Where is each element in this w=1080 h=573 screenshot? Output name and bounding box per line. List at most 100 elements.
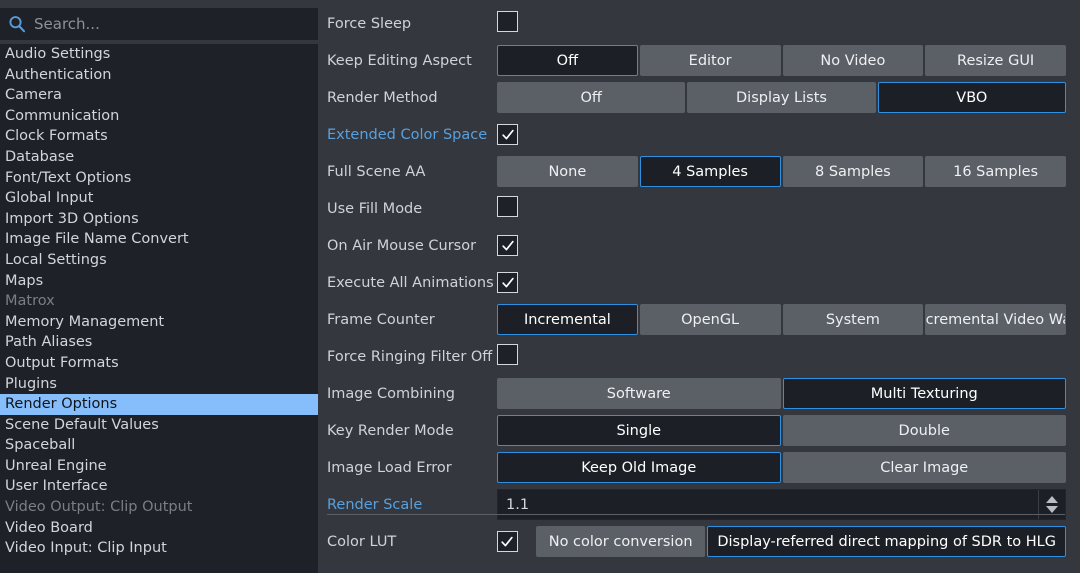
- settings-category-list[interactable]: Audio SettingsAuthenticationCameraCommun…: [0, 44, 318, 573]
- option-display-referred-direct-mapping-of-sdr-to-hlg[interactable]: Display-referred direct mapping of SDR t…: [707, 526, 1066, 557]
- setting-row-use-fill-mode: Use Fill Mode: [318, 190, 1068, 227]
- setting-control-force-sleep: [497, 11, 1067, 36]
- option-resize-gui[interactable]: Resize GUI: [925, 45, 1066, 76]
- sidebar-item-audio-settings[interactable]: Audio Settings: [0, 44, 318, 65]
- search-input[interactable]: [34, 9, 318, 39]
- sidebar-item-video-board[interactable]: Video Board: [0, 518, 318, 539]
- chevron-up-icon[interactable]: [1046, 496, 1058, 503]
- setting-row-force-ringing-filter-off: Force Ringing Filter Off: [318, 338, 1068, 375]
- setting-control-keep-editing-aspect: Off EditorNo VideoResize GUI: [497, 45, 1067, 76]
- sidebar: Audio SettingsAuthenticationCameraCommun…: [0, 0, 318, 573]
- sidebar-item-import-3d-options[interactable]: Import 3D Options: [0, 209, 318, 230]
- setting-row-frame-counter: Frame Counter Incremental OpenGL SystemIncr…: [318, 301, 1068, 338]
- checkbox-execute-all-animations[interactable]: [497, 272, 518, 293]
- sidebar-item-authentication[interactable]: Authentication: [0, 65, 318, 86]
- option-label: Incremental: [524, 312, 611, 328]
- search-bar[interactable]: [0, 8, 318, 40]
- sidebar-item-label: Font/Text Options: [5, 170, 131, 186]
- chevron-down-icon[interactable]: [1046, 506, 1058, 513]
- sidebar-item-memory-management[interactable]: Memory Management: [0, 312, 318, 333]
- checkbox-force-ringing-filter-off[interactable]: [497, 344, 518, 365]
- sidebar-item-spaceball[interactable]: Spaceball: [0, 435, 318, 456]
- option-label: Double: [899, 423, 950, 439]
- sidebar-item-plugins[interactable]: Plugins: [0, 374, 318, 395]
- sidebar-item-font-text-options[interactable]: Font/Text Options: [0, 168, 318, 189]
- sidebar-item-video-output-clip-output[interactable]: Video Output: Clip Output: [0, 497, 318, 518]
- setting-row-image-combining: Image CombiningSoftwareMulti Texturing: [318, 375, 1068, 412]
- search-icon: [0, 8, 34, 40]
- option-double[interactable]: Double: [783, 415, 1067, 446]
- option-single[interactable]: Single: [497, 415, 781, 446]
- option-incremental-video-wall[interactable]: Incremental Video Wall: [925, 304, 1066, 335]
- option-software[interactable]: Software: [497, 378, 781, 409]
- option-opengl[interactable]: OpenGL: [640, 304, 781, 335]
- option-display-lists[interactable]: Display Lists: [687, 82, 875, 113]
- sidebar-item-path-aliases[interactable]: Path Aliases: [0, 332, 318, 353]
- sidebar-item-output-formats[interactable]: Output Formats: [0, 353, 318, 374]
- option-16-samples[interactable]: 16 Samples: [925, 156, 1066, 187]
- setting-control-color-lut: No color conversionDisplay-referred dire…: [497, 526, 1067, 557]
- checkbox-on-air-mouse-cursor[interactable]: [497, 235, 518, 256]
- setting-label-force-ringing-filter-off: Force Ringing Filter Off: [327, 349, 495, 365]
- settings-window: Audio SettingsAuthenticationCameraCommun…: [0, 0, 1080, 573]
- option-label: 8 Samples: [815, 164, 891, 180]
- section-separator: [327, 514, 1065, 515]
- sidebar-item-clock-formats[interactable]: Clock Formats: [0, 126, 318, 147]
- sidebar-item-label: Render Options: [5, 396, 117, 412]
- option-8-samples[interactable]: 8 Samples: [783, 156, 924, 187]
- checkbox-color-lut[interactable]: [497, 531, 518, 552]
- checkbox-force-sleep[interactable]: [497, 11, 518, 32]
- setting-control-key-render-mode: Single Double: [497, 415, 1067, 446]
- option-none[interactable]: None: [497, 156, 638, 187]
- option-label: OpenGL: [681, 312, 739, 328]
- option-label: Display Lists: [736, 90, 827, 106]
- setting-label-execute-all-animations: Execute All Animations: [327, 275, 495, 291]
- sidebar-item-database[interactable]: Database: [0, 147, 318, 168]
- setting-label-frame-counter: Frame Counter: [327, 312, 495, 328]
- option-label: 4 Samples: [672, 164, 748, 180]
- setting-control-frame-counter: Incremental OpenGL SystemIncremental Video…: [497, 304, 1067, 335]
- option-label: Off: [580, 90, 601, 106]
- sidebar-item-local-settings[interactable]: Local Settings: [0, 250, 318, 271]
- option-clear-image[interactable]: Clear Image: [783, 452, 1067, 483]
- checkbox-use-fill-mode[interactable]: [497, 196, 518, 217]
- sidebar-item-unreal-engine[interactable]: Unreal Engine: [0, 456, 318, 477]
- option-system[interactable]: System: [783, 304, 924, 335]
- setting-control-execute-all-animations: [497, 272, 1067, 293]
- setting-label-render-scale: Render Scale: [327, 497, 495, 513]
- sidebar-item-label: Path Aliases: [5, 334, 92, 350]
- option-multi-texturing[interactable]: Multi Texturing: [783, 378, 1067, 409]
- checkbox-extended-color-space[interactable]: [497, 124, 518, 145]
- sidebar-item-scene-default-values[interactable]: Scene Default Values: [0, 415, 318, 436]
- sidebar-item-label: Video Board: [5, 520, 93, 536]
- spinbox-render-scale[interactable]: 1.1: [497, 489, 1066, 520]
- render-options-panel: Force SleepKeep Editing AspectOffEditorN…: [318, 0, 1080, 573]
- sidebar-item-render-options[interactable]: Render Options: [0, 394, 318, 415]
- spinbox-value[interactable]: 1.1: [498, 497, 1038, 513]
- sidebar-item-global-input[interactable]: Global Input: [0, 188, 318, 209]
- sidebar-item-image-file-name-convert[interactable]: Image File Name Convert: [0, 229, 318, 250]
- option-label: Off: [557, 53, 578, 69]
- sidebar-item-user-interface[interactable]: User Interface: [0, 476, 318, 497]
- setting-label-image-load-error: Image Load Error: [327, 460, 495, 476]
- option-keep-old-image[interactable]: Keep Old Image: [497, 452, 781, 483]
- sidebar-item-matrox[interactable]: Matrox: [0, 291, 318, 312]
- option-label: Keep Old Image: [581, 460, 696, 476]
- sidebar-item-camera[interactable]: Camera: [0, 85, 318, 106]
- option-off[interactable]: Off: [497, 45, 638, 76]
- option-no-color-conversion[interactable]: No color conversion: [536, 526, 705, 557]
- segmented-full-scene-aa: None 4 Samples 8 Samples 16 Samples: [497, 156, 1066, 187]
- segmented-render-method: Off Display Lists VBO: [497, 82, 1066, 113]
- option-4-samples[interactable]: 4 Samples: [640, 156, 781, 187]
- setting-row-keep-editing-aspect: Keep Editing AspectOffEditorNo VideoResi…: [318, 42, 1068, 79]
- sidebar-item-label: Clock Formats: [5, 128, 108, 144]
- option-incremental[interactable]: Incremental: [497, 304, 638, 335]
- sidebar-item-communication[interactable]: Communication: [0, 106, 318, 127]
- option-vbo[interactable]: VBO: [878, 82, 1066, 113]
- sidebar-item-maps[interactable]: Maps: [0, 271, 318, 292]
- option-off[interactable]: Off: [497, 82, 685, 113]
- option-editor[interactable]: Editor: [640, 45, 781, 76]
- setting-control-use-fill-mode: [497, 196, 1067, 221]
- sidebar-item-video-input-clip-input[interactable]: Video Input: Clip Input: [0, 538, 318, 559]
- option-no-video[interactable]: No Video: [783, 45, 924, 76]
